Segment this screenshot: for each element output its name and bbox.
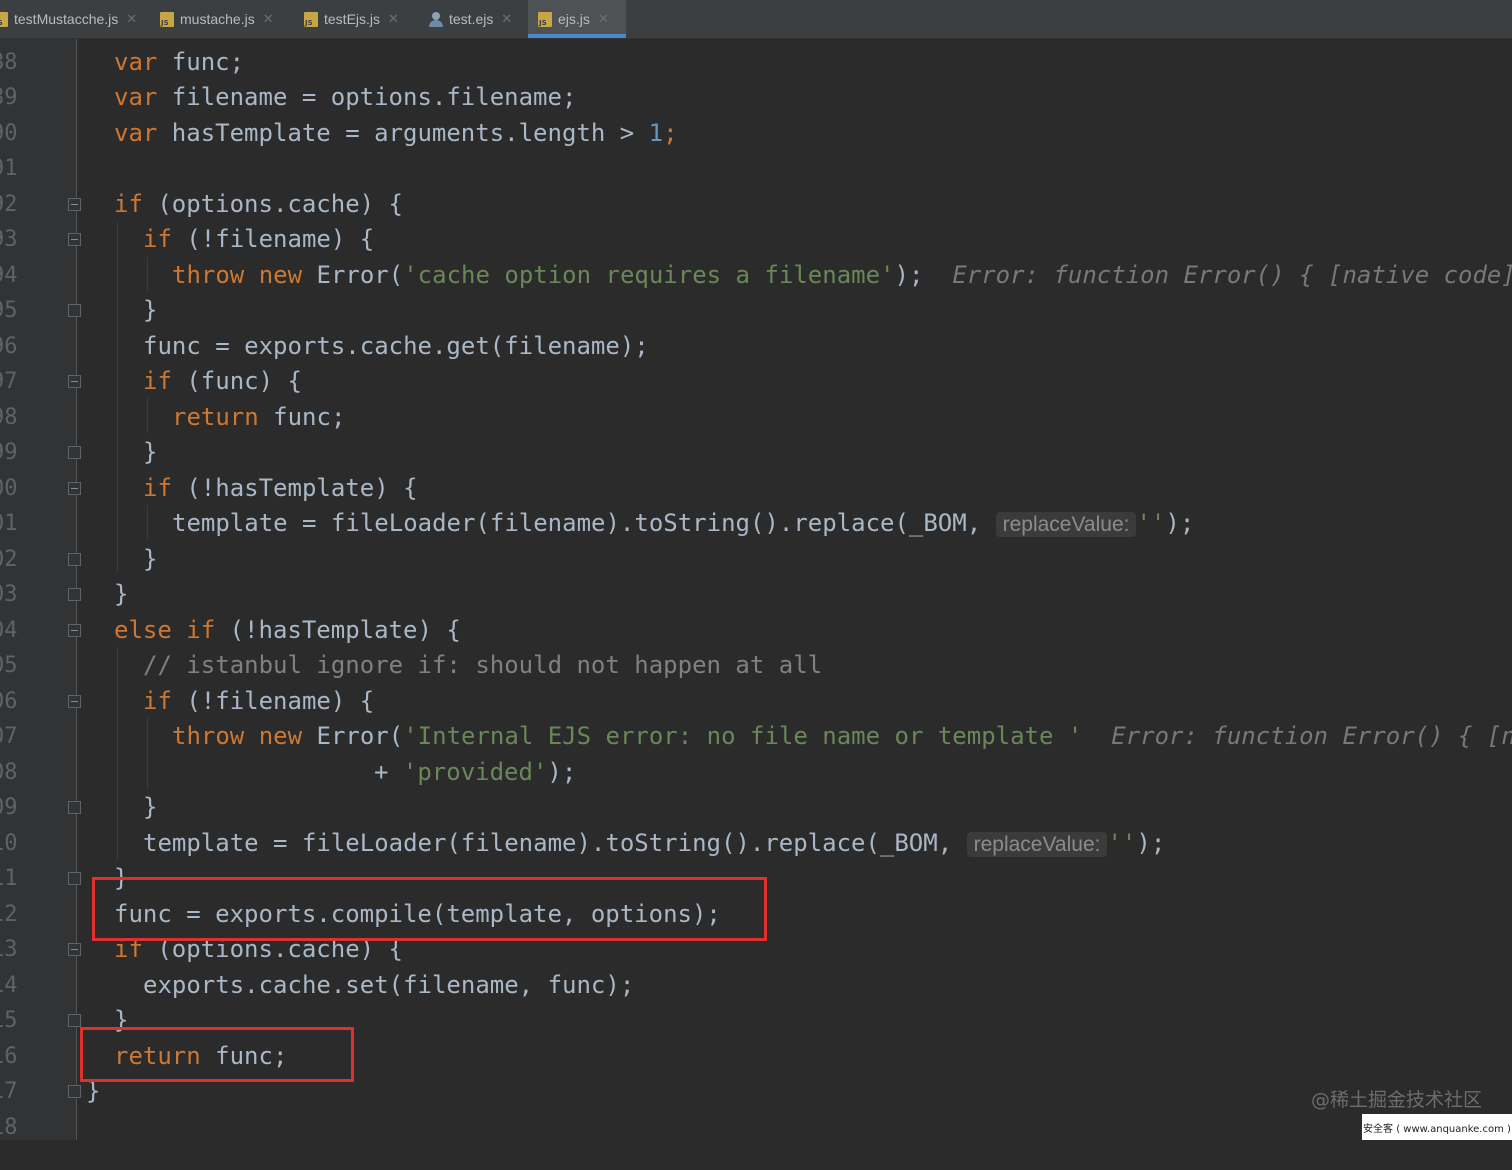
fold-end-icon[interactable] <box>68 588 81 601</box>
line-number: 15 <box>0 1008 18 1033</box>
fold-collapse-icon[interactable] <box>68 695 81 708</box>
line-number: 12 <box>0 902 18 927</box>
line-number: 88 <box>0 50 18 75</box>
line-number: 94 <box>0 263 18 288</box>
fold-end-icon[interactable] <box>68 801 81 814</box>
code-line: if (func) { <box>143 367 302 395</box>
fold-collapse-icon[interactable] <box>68 482 81 495</box>
code-line: template = fileLoader(filename).toString… <box>143 829 1166 857</box>
code-line: template = fileLoader(filename).toString… <box>172 509 1195 537</box>
line-number: 99 <box>0 440 18 465</box>
line-number: 08 <box>0 760 18 785</box>
code-line: // istanbul ignore if: should not happen… <box>143 651 823 679</box>
code-line: var hasTemplate = arguments.length > 1; <box>114 119 678 147</box>
line-number: 11 <box>0 866 18 891</box>
code-line: } <box>114 580 129 608</box>
code-line: + 'provided'); <box>374 758 577 786</box>
line-number: 95 <box>0 298 18 323</box>
code-line: } <box>143 793 158 821</box>
highlight-compile-call <box>92 877 767 941</box>
fold-collapse-icon[interactable] <box>68 943 81 956</box>
fold-end-icon[interactable] <box>68 872 81 885</box>
js-file-icon <box>0 11 8 27</box>
line-number: 04 <box>0 618 18 643</box>
code-line: func = exports.cache.get(filename); <box>143 332 649 360</box>
line-number: 06 <box>0 689 18 714</box>
fold-collapse-icon[interactable] <box>68 198 81 211</box>
code-line: var filename = options.filename; <box>114 83 577 111</box>
line-number: 96 <box>0 334 18 359</box>
line-number: 90 <box>0 121 18 146</box>
line-number: 18 <box>0 1115 18 1140</box>
inlay-hint: Error: function Error() { [native code] <box>952 261 1512 289</box>
fold-collapse-icon[interactable] <box>68 233 81 246</box>
line-number: 92 <box>0 192 18 217</box>
parameter-hint: replaceValue: <box>966 832 1108 857</box>
code-line: if (!filename) { <box>143 687 375 715</box>
line-number: 10 <box>0 831 18 856</box>
line-number: 16 <box>0 1044 18 1069</box>
fold-end-icon[interactable] <box>68 553 81 566</box>
line-number: 07 <box>0 724 18 749</box>
code-line: exports.cache.set(filename, func); <box>143 971 635 999</box>
code-line: throw new Error('cache option requires a… <box>172 260 1512 290</box>
code-line: if (!filename) { <box>143 225 375 253</box>
line-number-gutter: 88 89 90 91 92 93 94 95 96 97 98 99 00 0… <box>0 39 81 1140</box>
fold-end-icon[interactable] <box>68 1014 81 1027</box>
watermark-strip: 安全客 ( www.anquanke.com ) <box>1362 1114 1512 1140</box>
line-number: 13 <box>0 937 18 962</box>
line-number: 05 <box>0 653 18 678</box>
line-number: 17 <box>0 1079 18 1104</box>
fold-end-icon[interactable] <box>68 1085 81 1098</box>
code-line: } <box>143 545 158 573</box>
line-number: 02 <box>0 547 18 572</box>
code-line: return func; <box>172 403 346 431</box>
fold-collapse-icon[interactable] <box>68 375 81 388</box>
line-number: 97 <box>0 369 18 394</box>
fold-end-icon[interactable] <box>68 304 81 317</box>
line-number: 00 <box>0 476 18 501</box>
line-number: 98 <box>0 405 18 430</box>
code-line: } <box>143 438 158 466</box>
highlight-return-func <box>80 1027 354 1082</box>
line-number: 03 <box>0 582 18 607</box>
watermark: @稀土掘金技术社区 <box>1310 1089 1482 1111</box>
code-line: var func; <box>114 48 245 76</box>
line-number: 91 <box>0 156 18 181</box>
code-editor[interactable]: var func; var filename = options.filenam… <box>86 0 1512 1140</box>
code-line: throw new Error('Internal EJS error: no … <box>172 721 1512 751</box>
code-line: if (!hasTemplate) { <box>143 474 418 502</box>
line-number: 89 <box>0 85 18 110</box>
code-line: else if (!hasTemplate) { <box>114 616 461 644</box>
line-number: 09 <box>0 795 18 820</box>
code-line: if (options.cache) { <box>114 190 403 218</box>
inlay-hint: Error: function Error() { [n <box>1111 722 1512 750</box>
fold-end-icon[interactable] <box>68 446 81 459</box>
code-line: } <box>143 296 158 324</box>
parameter-hint: replaceValue: <box>995 512 1137 537</box>
line-number: 01 <box>0 511 18 536</box>
line-number: 14 <box>0 973 18 998</box>
fold-collapse-icon[interactable] <box>68 624 81 637</box>
line-number: 93 <box>0 227 18 252</box>
